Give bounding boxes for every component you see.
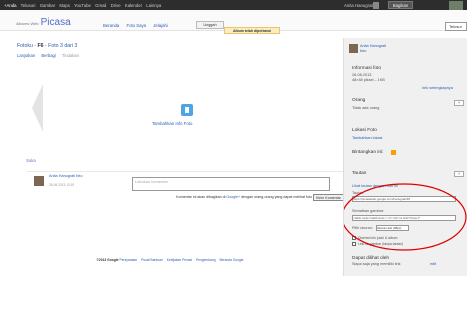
footer-help[interactable]: Pusat Bantuan xyxy=(141,258,163,262)
top-navigation: +Anda Telusuri Gambar Maps YouTube Gmail… xyxy=(4,3,164,8)
nav-plus-anda[interactable]: +Anda xyxy=(4,3,17,8)
nav-calendar[interactable]: Kalender xyxy=(125,3,142,8)
red-circle-annotation xyxy=(344,183,467,251)
comment-area: Anita Hanugrati foto 28-08-2013 13:19 La… xyxy=(27,171,347,201)
breadcrumb: Fotoku - F6 - Foto 3 dari 3 xyxy=(17,43,77,49)
post-comment-button[interactable]: Kirim Komentar xyxy=(313,194,344,201)
nav-search[interactable]: Telusuri xyxy=(21,3,36,8)
footer-developers[interactable]: Pengembang xyxy=(196,258,216,262)
comment-input[interactable]: Lakukan komentar xyxy=(132,177,330,191)
upload-button[interactable]: Unggah xyxy=(196,21,224,29)
footer: ©2013 Google Persyaratan Pusat Bantuan K… xyxy=(0,258,343,262)
nav-drive[interactable]: Drive xyxy=(111,3,121,8)
google-plus-link[interactable]: Google+ xyxy=(226,195,240,199)
tab-my-photos[interactable]: Foto Saya xyxy=(126,23,146,28)
main-tabs: Beranda Foto Saya Jelajahi xyxy=(103,23,174,28)
nav-maps[interactable]: Maps xyxy=(59,3,70,8)
footer-google-home[interactable]: Beranda Google xyxy=(219,258,243,262)
nav-youtube[interactable]: YouTube xyxy=(74,3,91,8)
slideshow-button[interactable]: Lanjutkan xyxy=(17,53,35,58)
footer-terms[interactable]: Persyaratan xyxy=(119,258,137,262)
commenter-name[interactable]: Anita Hanugrati foto xyxy=(49,174,93,178)
crumb-count: - Foto 3 dari 3 xyxy=(45,43,78,49)
commenter-avatar xyxy=(34,176,44,186)
photo-info-sidebar: Anita Hanugrati foto Informasi foto 28-0… xyxy=(343,38,467,276)
crumb-album-link[interactable]: Fotoku - xyxy=(17,43,36,49)
comment-note: Komentar ini akan dibagikan di Google+ d… xyxy=(176,195,312,199)
comment-time: 28-08-2013 13:19 xyxy=(49,183,75,187)
share-photo-button[interactable]: Berbagi xyxy=(41,53,55,58)
crumb-photo-bold: F6 xyxy=(37,43,44,49)
share-button[interactable]: Bagikan xyxy=(388,1,413,9)
google-topbar: +Anda Telusuri Gambar Maps YouTube Gmail… xyxy=(0,0,467,10)
album-updated-notice: Album telah diperbarui xyxy=(224,27,280,34)
picasa-logo[interactable]: Albums Web Picasa xyxy=(16,17,71,28)
account-avatar[interactable] xyxy=(449,0,463,10)
nav-images[interactable]: Gambar xyxy=(40,3,56,8)
footer-privacy[interactable]: Kebijakan Privasi xyxy=(167,258,192,262)
user-name[interactable]: Anita Hanugrati xyxy=(344,3,374,8)
photo-thumbnail xyxy=(181,104,193,116)
footer-copyright: ©2013 Google xyxy=(96,258,119,262)
search-input[interactable]: Telusur xyxy=(445,22,467,31)
tab-home[interactable]: Beranda xyxy=(103,23,119,28)
nav-more[interactable]: Lainnya xyxy=(146,3,161,8)
plus-one-link[interactable]: Suka xyxy=(26,158,36,163)
photo-toolbar: Lanjutkan Berbagi Tindakan xyxy=(17,53,84,58)
actions-menu[interactable]: Tindakan xyxy=(62,53,79,58)
tab-explore[interactable]: Jelajahi xyxy=(153,23,168,28)
nav-gmail[interactable]: Gmail xyxy=(95,3,106,8)
add-photo-info-link[interactable]: Tambahkan Info Foto xyxy=(152,121,192,126)
photo-view: Fotoku - F6 - Foto 3 dari 3 Lanjutkan Be… xyxy=(10,38,347,272)
notification-icon[interactable] xyxy=(373,1,379,9)
previous-photo-arrow-icon[interactable] xyxy=(32,84,43,132)
